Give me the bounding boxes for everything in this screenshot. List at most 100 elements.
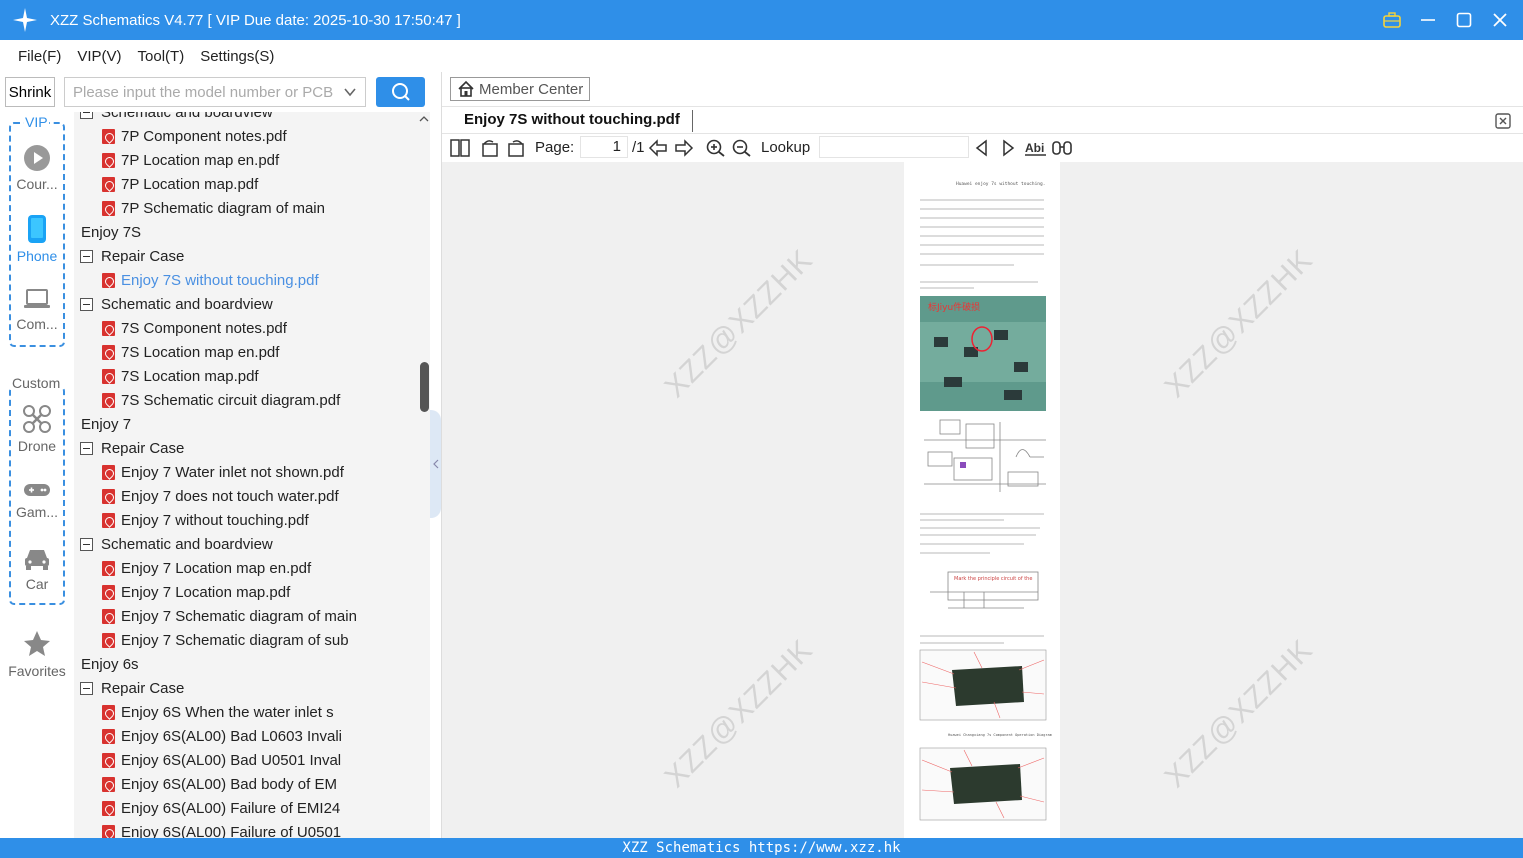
- close-document-icon[interactable]: [1494, 112, 1512, 130]
- tree-item-label: Enjoy 7 Location map.pdf: [121, 583, 291, 601]
- tree-scroll-thumb[interactable]: [420, 362, 429, 412]
- tree-folder-item[interactable]: Schematic and boardview: [80, 112, 273, 124]
- tree-folder-item[interactable]: Repair Case: [80, 436, 184, 460]
- tree-file-item[interactable]: Enjoy 7 does not touch water.pdf: [102, 484, 339, 508]
- page-number-input[interactable]: 1: [580, 136, 628, 158]
- tree-item-label: 7S Location map en.pdf: [121, 343, 280, 361]
- pdf-file-icon: [102, 344, 115, 360]
- previous-page-icon[interactable]: [648, 139, 668, 157]
- menu-file[interactable]: File(F): [18, 48, 61, 65]
- chevron-down-icon[interactable]: [343, 85, 357, 99]
- search-button[interactable]: [376, 77, 425, 107]
- pdf-viewer[interactable]: XZZ@XZZHK XZZ@XZZHK XZZ@XZZHK XZZ@XZZHK …: [442, 162, 1523, 838]
- nav-item-label: Favorites: [8, 663, 66, 679]
- pdf-file-icon: [102, 152, 115, 168]
- tree-item-label: Enjoy 7 Schematic diagram of sub: [121, 631, 349, 649]
- pdf-diagram-caption: Mark the principle circuit of the: [954, 576, 1032, 582]
- tree-file-item[interactable]: 7P Location map en.pdf: [102, 148, 279, 172]
- lookup-input[interactable]: [819, 136, 969, 158]
- match-case-icon[interactable]: Abi: [1025, 139, 1047, 157]
- collapse-toggle-icon[interactable]: [80, 681, 93, 695]
- tree-folder-item[interactable]: Enjoy 6s: [74, 652, 139, 676]
- nav-item-favorites[interactable]: Favorites: [0, 629, 74, 679]
- collapse-panel-handle[interactable]: [430, 410, 441, 518]
- pdf-file-icon: [102, 272, 115, 288]
- tree-file-item[interactable]: Enjoy 6S(AL00) Bad body of EM: [102, 772, 337, 796]
- tree-item-label: Enjoy 7S: [81, 223, 142, 241]
- tree-file-item[interactable]: Enjoy 7 Schematic diagram of main: [102, 604, 357, 628]
- zoom-in-icon[interactable]: [706, 139, 726, 157]
- tree-file-item[interactable]: 7S Location map en.pdf: [102, 340, 279, 364]
- tree-file-item[interactable]: 7P Component notes.pdf: [102, 124, 287, 148]
- page-total: /1: [632, 139, 645, 156]
- binoculars-icon[interactable]: [1051, 139, 1073, 157]
- tree-item-label: Enjoy 6S(AL00) Failure of EMI24: [121, 799, 341, 817]
- rotate-left-icon[interactable]: [480, 139, 500, 157]
- phone-icon: [28, 215, 46, 243]
- tree-folder-item[interactable]: Schematic and boardview: [80, 532, 273, 556]
- title-bar: XZZ Schematics V4.77 [ VIP Due date: 202…: [0, 0, 1523, 40]
- collapse-toggle-icon[interactable]: [80, 537, 93, 551]
- tree-folder-item[interactable]: Repair Case: [80, 244, 184, 268]
- tab-active-document[interactable]: Enjoy 7S without touching.pdf: [464, 111, 680, 128]
- pdf-file-icon: [102, 176, 115, 192]
- pdf-file-icon: [102, 320, 115, 336]
- scroll-up-icon[interactable]: [419, 114, 429, 124]
- find-next-icon[interactable]: [1000, 139, 1016, 157]
- collapse-toggle-icon[interactable]: [80, 249, 93, 263]
- pdf-page-content: Huawei enjoy 7s without touching. 标Jiyu件…: [919, 181, 1052, 821]
- minimize-icon[interactable]: [1417, 9, 1439, 31]
- nav-item-courses[interactable]: Cour...: [0, 144, 74, 192]
- next-page-icon[interactable]: [674, 139, 694, 157]
- tree-file-item[interactable]: Enjoy 6S(AL00) Bad U0501 Inval: [102, 748, 341, 772]
- member-center-button[interactable]: Member Center: [450, 77, 590, 101]
- tree-file-item[interactable]: Enjoy 7 Schematic diagram of sub: [102, 628, 349, 652]
- tree-file-item[interactable]: Enjoy 7 Location map en.pdf: [102, 556, 311, 580]
- tree-file-item[interactable]: Enjoy 7 Water inlet not shown.pdf: [102, 460, 344, 484]
- tree-file-item[interactable]: Enjoy 7S without touching.pdf: [102, 268, 319, 292]
- close-icon[interactable]: [1489, 9, 1511, 31]
- rotate-right-icon[interactable]: [506, 139, 526, 157]
- collapse-toggle-icon[interactable]: [80, 441, 93, 455]
- briefcase-icon[interactable]: [1381, 9, 1403, 31]
- tree-file-item[interactable]: Enjoy 6S(AL00) Bad L0603 Invali: [102, 724, 342, 748]
- tree-file-item[interactable]: Enjoy 6S When the water inlet s: [102, 700, 334, 724]
- zoom-out-icon[interactable]: [732, 139, 752, 157]
- maximize-icon[interactable]: [1453, 9, 1475, 31]
- nav-item-gaming[interactable]: Gam...: [0, 480, 74, 520]
- nav-item-drone[interactable]: Drone: [0, 404, 74, 454]
- pdf-file-icon: [102, 752, 115, 768]
- tree-file-item[interactable]: Enjoy 7 without touching.pdf: [102, 508, 309, 532]
- two-page-view-icon[interactable]: [450, 139, 470, 157]
- collapse-toggle-icon[interactable]: [80, 297, 93, 311]
- tree-file-item[interactable]: Enjoy 7 Location map.pdf: [102, 580, 290, 604]
- tree-file-item[interactable]: 7S Component notes.pdf: [102, 316, 287, 340]
- find-previous-icon[interactable]: [974, 139, 990, 157]
- tree-file-item[interactable]: 7S Location map.pdf: [102, 364, 259, 388]
- tree-file-item[interactable]: 7P Schematic diagram of main: [102, 196, 325, 220]
- tree-folder-item[interactable]: Repair Case: [80, 676, 184, 700]
- tree-file-item[interactable]: Enjoy 6S(AL00) Failure of U0501: [102, 820, 341, 838]
- tree-item-label: Repair Case: [101, 247, 185, 265]
- tree-file-item[interactable]: Enjoy 6S(AL00) Failure of EMI24: [102, 796, 340, 820]
- tree-folder-item[interactable]: Enjoy 7S: [74, 220, 141, 244]
- menu-vip[interactable]: VIP(V): [77, 48, 121, 65]
- nav-item-computer[interactable]: Com...: [0, 286, 74, 332]
- tree-file-item[interactable]: 7P Location map.pdf: [102, 172, 258, 196]
- tree-folder-item[interactable]: Enjoy 7: [74, 412, 131, 436]
- tree-item-label: 7P Location map en.pdf: [121, 151, 280, 169]
- star-icon: [24, 631, 50, 656]
- menu-settings[interactable]: Settings(S): [200, 48, 274, 65]
- menu-tool[interactable]: Tool(T): [138, 48, 185, 65]
- nav-item-car[interactable]: Car: [0, 546, 74, 592]
- tree-item-label: 7S Location map.pdf: [121, 367, 259, 385]
- tree-folder-item[interactable]: Schematic and boardview: [80, 292, 273, 316]
- pdf-file-icon: [102, 200, 115, 216]
- nav-item-phone[interactable]: Phone: [0, 214, 74, 264]
- document-panel: Member Center Enjoy 7S without touching.…: [441, 72, 1523, 838]
- tree-scrollbar[interactable]: [418, 112, 430, 838]
- tree-file-item[interactable]: 7S Schematic circuit diagram.pdf: [102, 388, 340, 412]
- collapse-toggle-icon[interactable]: [80, 112, 93, 119]
- model-search-input[interactable]: Please input the model number or PCB: [64, 77, 366, 107]
- shrink-button[interactable]: Shrink: [5, 77, 55, 107]
